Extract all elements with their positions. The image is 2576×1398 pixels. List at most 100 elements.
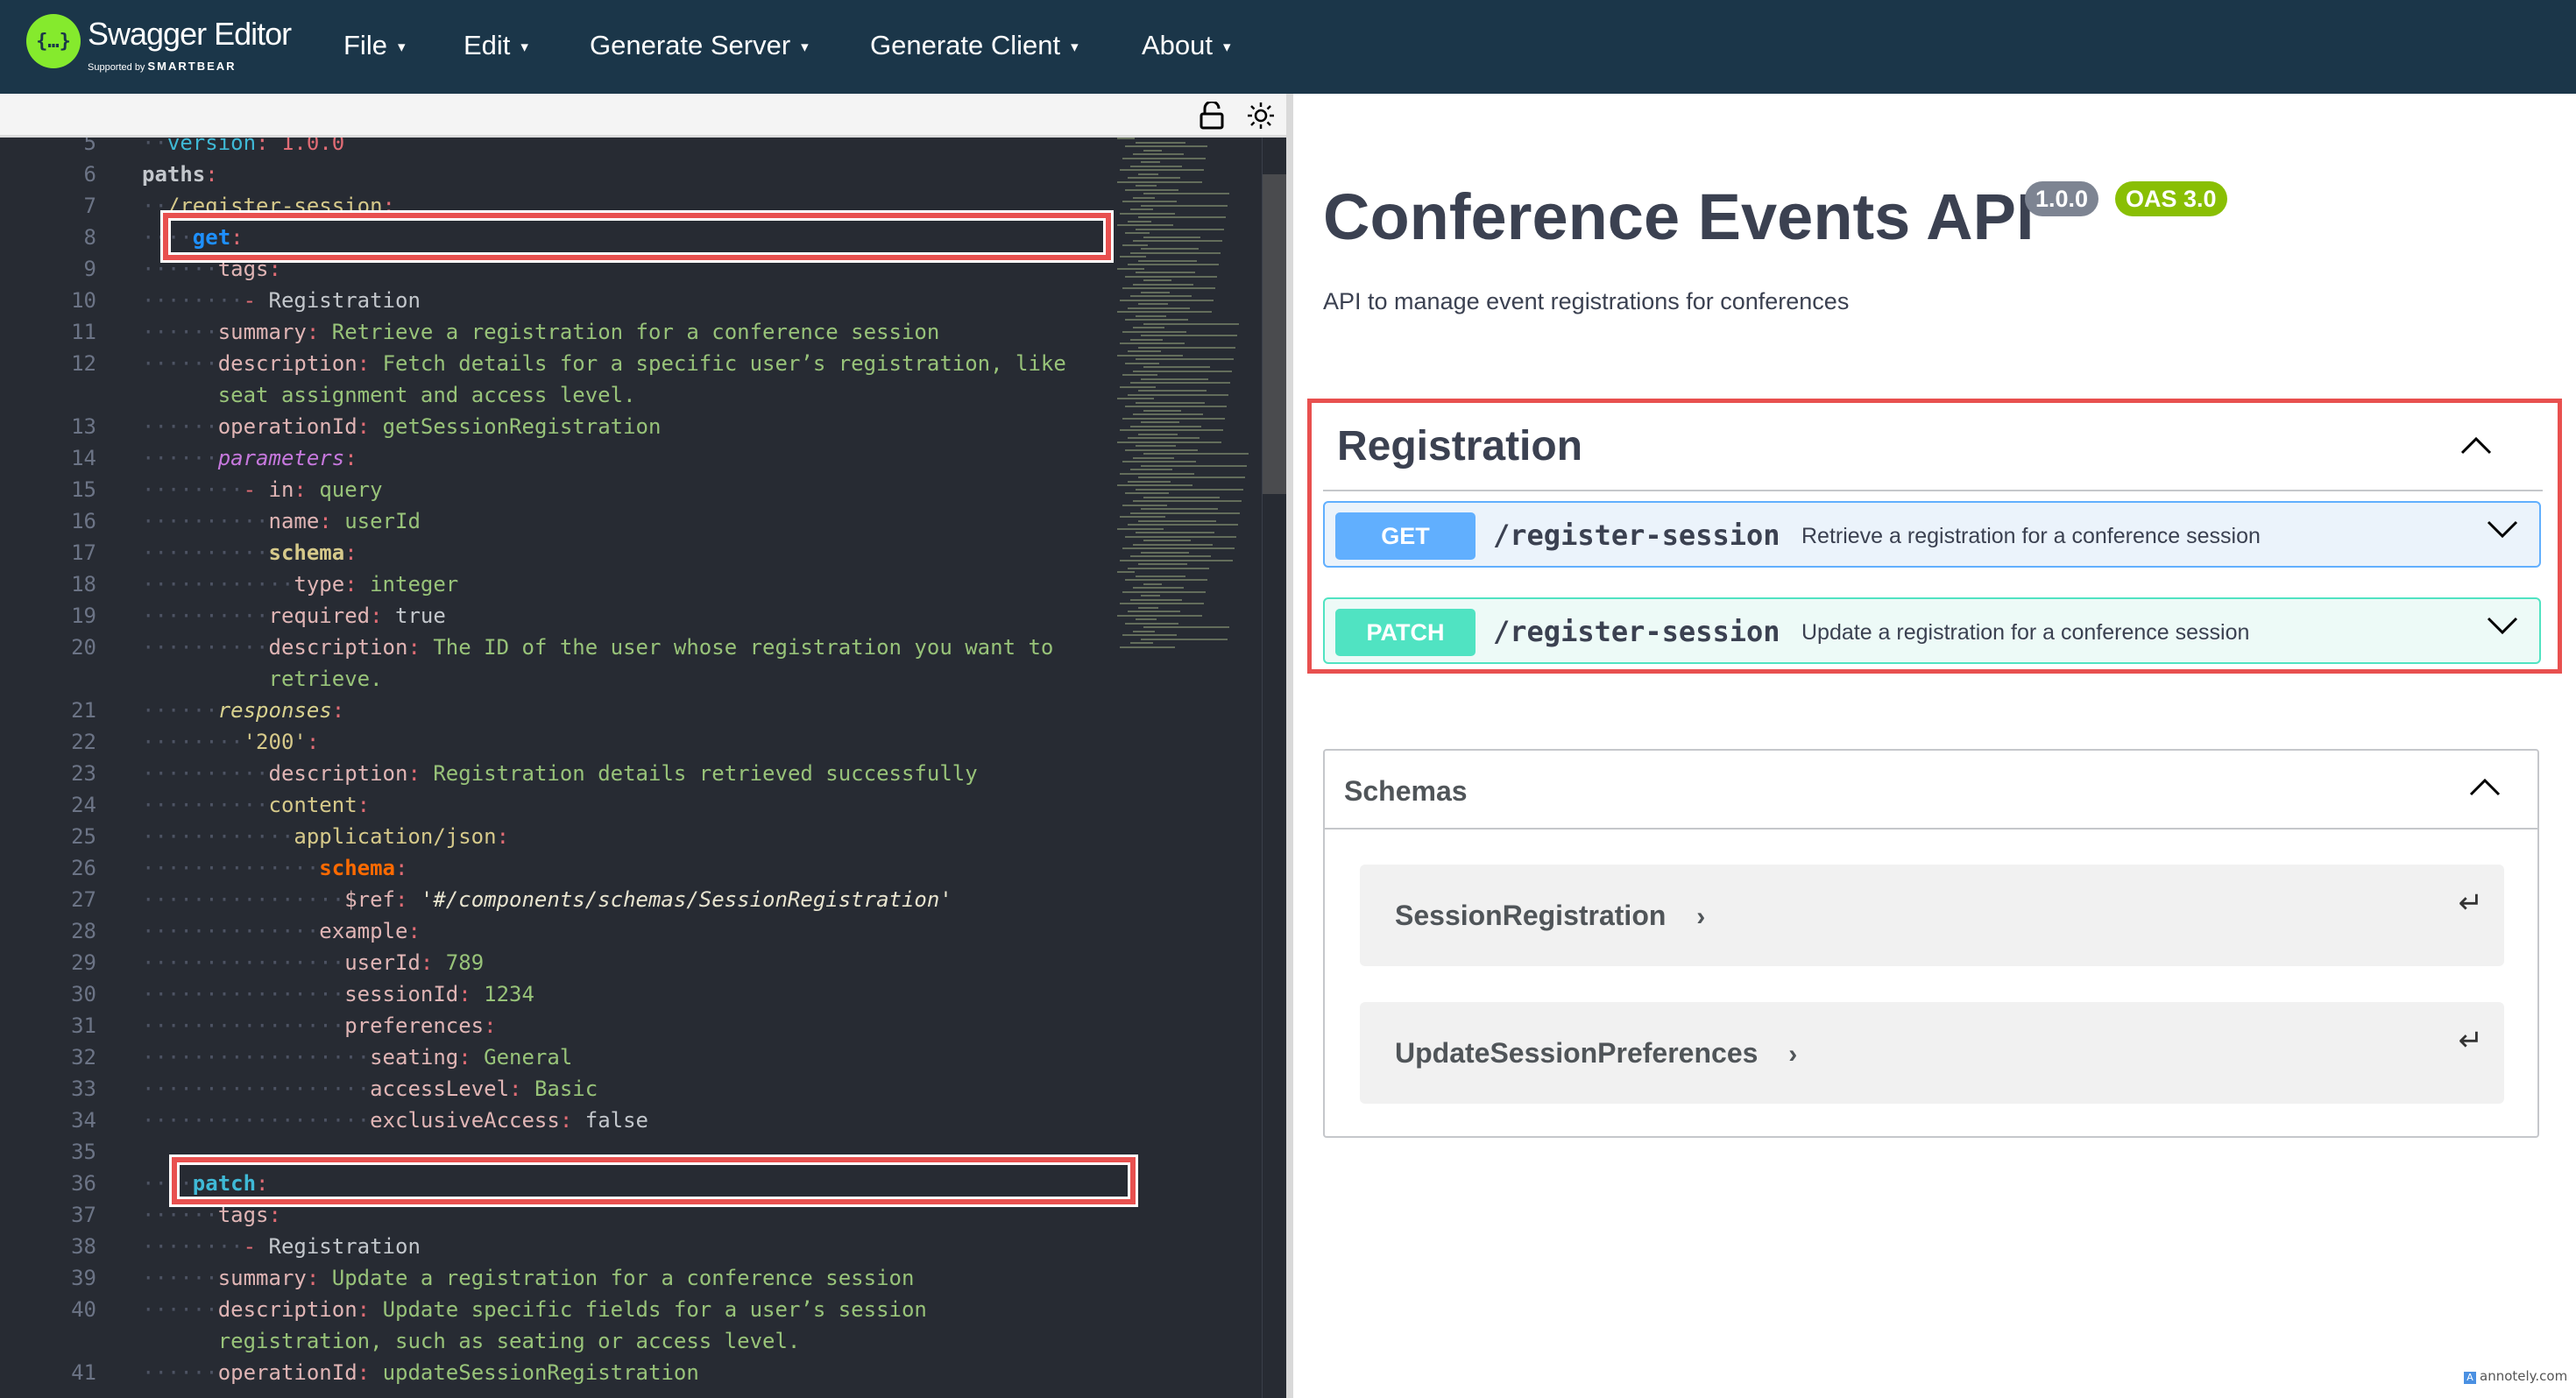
tag-registration-title[interactable]: Registration: [1337, 422, 1582, 470]
minimap-line: [1125, 492, 1169, 494]
pane-divider[interactable]: [1286, 94, 1293, 1398]
code-line[interactable]: 29 ················userId: 789: [0, 947, 1113, 978]
code-text: ········- Registration: [142, 1234, 421, 1259]
minimap-line: [1122, 590, 1206, 593]
minimap-line: [1120, 559, 1233, 561]
minimap-line: [1133, 630, 1155, 632]
code-line[interactable]: 22 ········'200':: [0, 726, 1113, 758]
swagger-logo-icon[interactable]: {…}: [26, 14, 81, 68]
schema-session-registration[interactable]: SessionRegistration › ↵: [1360, 865, 2504, 966]
code-text: seat assignment and access level.: [217, 383, 636, 407]
menu-edit[interactable]: Edit ▾: [464, 30, 528, 61]
code-line[interactable]: 38 ········- Registration: [0, 1231, 1113, 1262]
editor-minimap[interactable]: [1117, 138, 1266, 751]
caret-down-icon: ▾: [1223, 38, 1231, 55]
code-line[interactable]: 11 ······summary: Retrieve a registration…: [0, 316, 1113, 348]
chevron-right-icon: ›: [1696, 902, 1706, 931]
code-text: ··········description: Registration deta…: [142, 761, 978, 786]
jump-to-definition-icon[interactable]: ↵: [2459, 1023, 2484, 1058]
theme-toggle-sun-icon[interactable]: [1246, 101, 1276, 131]
minimap-line: [1138, 606, 1158, 609]
operation-get-register-session[interactable]: GET /register-session Retrieve a registr…: [1323, 501, 2541, 568]
code-line[interactable]: 23 ··········description: Registration de…: [0, 758, 1113, 789]
oas-badge: OAS 3.0: [2115, 181, 2227, 216]
code-line[interactable]: 19 ··········required: true: [0, 600, 1113, 632]
line-number: 31: [71, 1013, 96, 1038]
minimap-line: [1120, 516, 1165, 518]
minimap-line: [1133, 587, 1184, 589]
code-text: ······parameters:: [142, 446, 357, 470]
code-line[interactable]: 15 ········- in: query: [0, 474, 1113, 505]
chevron-down-icon[interactable]: [2485, 519, 2520, 546]
menu-generate-client-label: Generate Client: [870, 30, 1061, 60]
code-line[interactable]: 34 ··················exclusiveAccess: fal…: [0, 1105, 1113, 1136]
minimap-line: [1125, 406, 1227, 407]
code-line[interactable]: 17 ··········schema:: [0, 537, 1113, 568]
menu-generate-server[interactable]: Generate Server ▾: [590, 30, 809, 61]
code-line[interactable]: 39 ······summary: Update a registration f…: [0, 1262, 1113, 1294]
code-line[interactable]: registration, such as seating or access …: [0, 1325, 1113, 1357]
minimap-line: [1141, 421, 1179, 423]
code-line[interactable]: 30 ················sessionId: 1234: [0, 978, 1113, 1010]
minimap-line: [1141, 335, 1237, 336]
code-line[interactable]: 14 ······parameters:: [0, 442, 1113, 474]
code-line[interactable]: 16 ··········name: userId: [0, 505, 1113, 537]
code-text: ··version: 1.0.0: [142, 138, 345, 155]
menu-generate-client[interactable]: Generate Client ▾: [870, 30, 1079, 61]
yaml-code-editor[interactable]: 5 ··version: 1.0.0 6 paths: 7 ··/register-ses…: [0, 138, 1286, 1398]
code-line[interactable]: 18 ············type: integer: [0, 568, 1113, 600]
code-line[interactable]: 21 ······responses:: [0, 695, 1113, 726]
minimap-line: [1128, 567, 1209, 569]
chevron-up-icon[interactable]: [2459, 434, 2494, 461]
menu-generate-server-label: Generate Server: [590, 30, 791, 60]
minimap-line: [1133, 240, 1222, 242]
operation-summary: Retrieve a registration for a conference…: [1801, 524, 2261, 548]
minimap-line: [1120, 169, 1204, 171]
minimap-line: [1125, 319, 1188, 321]
minimap-line: [1141, 595, 1160, 597]
highlight-patch-annotation: [169, 1154, 1138, 1207]
minimap-line: [1122, 201, 1177, 202]
code-text: paths:: [142, 162, 218, 187]
code-line[interactable]: retrieve.: [0, 663, 1113, 695]
code-line[interactable]: 41 ······operationId: updateSessionRegist…: [0, 1357, 1113, 1388]
jump-to-definition-icon[interactable]: ↵: [2459, 886, 2484, 921]
code-line[interactable]: 12 ······description: Fetch details for a…: [0, 348, 1113, 379]
minimap-line: [1122, 461, 1196, 462]
code-line[interactable]: 20 ··········description: The ID of the u…: [0, 632, 1113, 663]
editor-scrollbar-thumb[interactable]: [1263, 174, 1286, 494]
chevron-up-icon[interactable]: [2467, 775, 2502, 802]
code-line[interactable]: 40 ······description: Update specific fie…: [0, 1294, 1113, 1325]
schemas-title[interactable]: Schemas: [1344, 775, 1468, 808]
code-line[interactable]: 28 ··············example:: [0, 915, 1113, 947]
code-line[interactable]: 25 ············application/json:: [0, 821, 1113, 852]
code-line[interactable]: 10 ········- Registration: [0, 285, 1113, 316]
unlock-icon[interactable]: [1197, 101, 1227, 131]
code-line[interactable]: seat assignment and access level.: [0, 379, 1113, 411]
code-line[interactable]: 27 ················$ref: '#/components/sc…: [0, 884, 1113, 915]
code-line[interactable]: 24 ··········content:: [0, 789, 1113, 821]
menu-about[interactable]: About ▾: [1142, 30, 1231, 61]
code-line[interactable]: 13 ······operationId: getSessionRegistrat…: [0, 411, 1113, 442]
minimap-line: [1120, 472, 1194, 475]
minimap-line: [1117, 138, 1135, 139]
code-line[interactable]: 26 ··············schema:: [0, 852, 1113, 884]
code-line[interactable]: 31 ················preferences:: [0, 1010, 1113, 1041]
api-title: Conference Events API: [1323, 180, 2035, 253]
code-text: ················sessionId: 1234: [142, 982, 534, 1006]
minimap-line: [1130, 555, 1211, 557]
schema-update-session-preferences[interactable]: UpdateSessionPreferences › ↵: [1360, 1002, 2504, 1104]
code-line[interactable]: 32 ··················seating: General: [0, 1041, 1113, 1073]
line-number: 36: [71, 1171, 96, 1196]
code-text: ··········required: true: [142, 604, 446, 628]
code-line[interactable]: 33 ··················accessLevel: Basic: [0, 1073, 1113, 1105]
minimap-line: [1130, 425, 1201, 427]
menu-file[interactable]: File ▾: [343, 30, 406, 61]
operation-patch-register-session[interactable]: PATCH /register-session Update a registr…: [1323, 597, 2541, 664]
code-line[interactable]: 5 ··version: 1.0.0: [0, 138, 1113, 159]
minimap-line: [1136, 141, 1185, 144]
code-text: ··················accessLevel: Basic: [142, 1077, 598, 1101]
chevron-down-icon[interactable]: [2485, 615, 2520, 642]
line-number: 13: [71, 414, 96, 439]
code-line[interactable]: 6 paths:: [0, 159, 1113, 190]
